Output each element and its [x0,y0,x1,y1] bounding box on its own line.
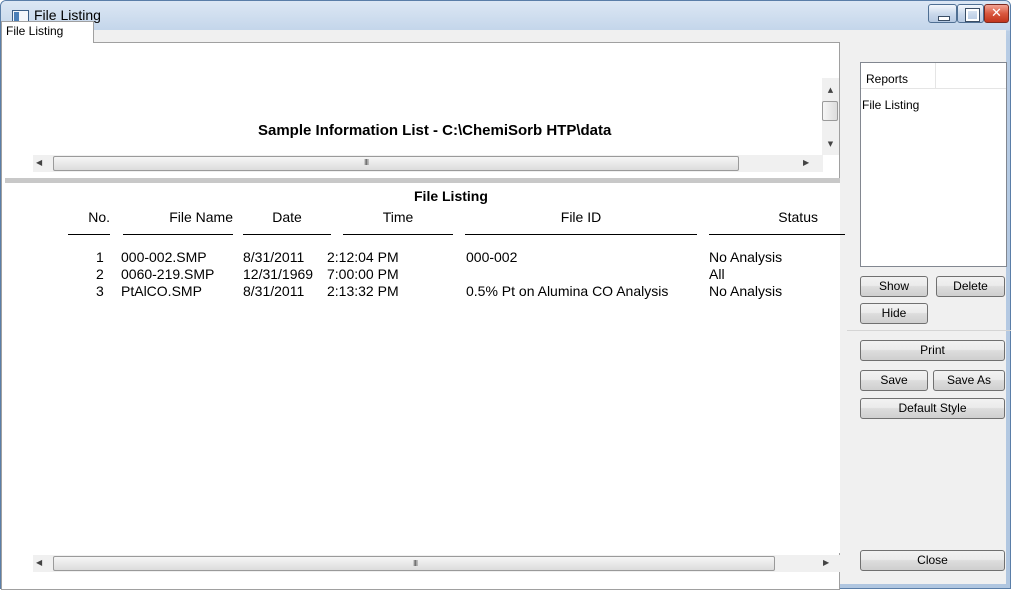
reports-header-divider [935,63,936,89]
default-style-button[interactable]: Default Style [860,398,1005,419]
column-header-time: Time [343,209,453,235]
close-button[interactable]: Close [860,550,1005,571]
scroll-right-arrow-icon[interactable]: ▶ [823,558,829,567]
row-1-file-name: 000-002.SMP [121,249,207,265]
scroll-left-arrow-icon[interactable]: ◀ [36,158,42,167]
row-3-date: 8/31/2011 [243,283,304,299]
close-window-button[interactable] [984,4,1009,23]
row-2-time: 7:00:00 PM [327,266,399,282]
scroll-down-arrow-icon[interactable]: ▼ [822,140,839,148]
row-1-time: 2:12:04 PM [327,249,399,265]
print-button[interactable]: Print [860,340,1005,361]
column-header-file-name: File Name [123,209,233,235]
panel-separator [847,330,1011,331]
row-2-no: 2 [96,266,104,282]
top-vertical-scroll-thumb[interactable] [822,101,838,121]
row-3-file-id: 0.5% Pt on Alumina CO Analysis [466,283,668,299]
title-bar[interactable]: File Listing [1,1,1010,31]
row-3-no: 3 [96,283,104,299]
maximize-button[interactable] [957,4,984,23]
minimize-button[interactable] [928,4,957,23]
sheet-title: Sample Information List - C:\ChemiSorb H… [258,122,611,139]
column-header-no: No. [68,209,110,235]
row-1-no: 1 [96,249,104,265]
listing-heading: File Listing [414,188,488,204]
row-3-status: No Analysis [709,283,782,299]
scroll-left-arrow-icon[interactable]: ◀ [36,558,42,567]
row-1-date: 8/31/2011 [243,249,304,265]
reports-list[interactable] [860,62,1007,267]
file-listing-pane [5,183,840,553]
column-header-file-id: File ID [465,209,697,235]
hide-button[interactable]: Hide [860,303,928,324]
show-button[interactable]: Show [860,276,928,297]
top-horizontal-scroll-thumb[interactable] [53,156,739,171]
scroll-up-arrow-icon[interactable]: ▲ [822,86,839,94]
reports-column-header[interactable]: Reports [866,72,908,86]
row-3-time: 2:13:32 PM [327,283,399,299]
scroll-grip-icon: III [413,559,417,568]
row-2-file-name: 0060-219.SMP [121,266,214,282]
row-2-status: All [709,266,725,282]
row-2-date: 12/31/1969 [243,266,313,282]
save-as-button[interactable]: Save As [933,370,1005,391]
scroll-grip-icon: III [364,158,368,167]
column-header-status: Status [709,209,845,235]
row-1-file-id: 000-002 [466,249,517,265]
row-3-file-name: PtAlCO.SMP [121,283,202,299]
column-header-date: Date [243,209,331,235]
tab-file-listing[interactable]: File Listing [1,21,94,43]
save-button[interactable]: Save [860,370,928,391]
row-1-status: No Analysis [709,249,782,265]
report-item-file-listing[interactable]: File Listing [862,98,919,112]
delete-button[interactable]: Delete [936,276,1005,297]
scroll-right-arrow-icon[interactable]: ▶ [803,158,809,167]
